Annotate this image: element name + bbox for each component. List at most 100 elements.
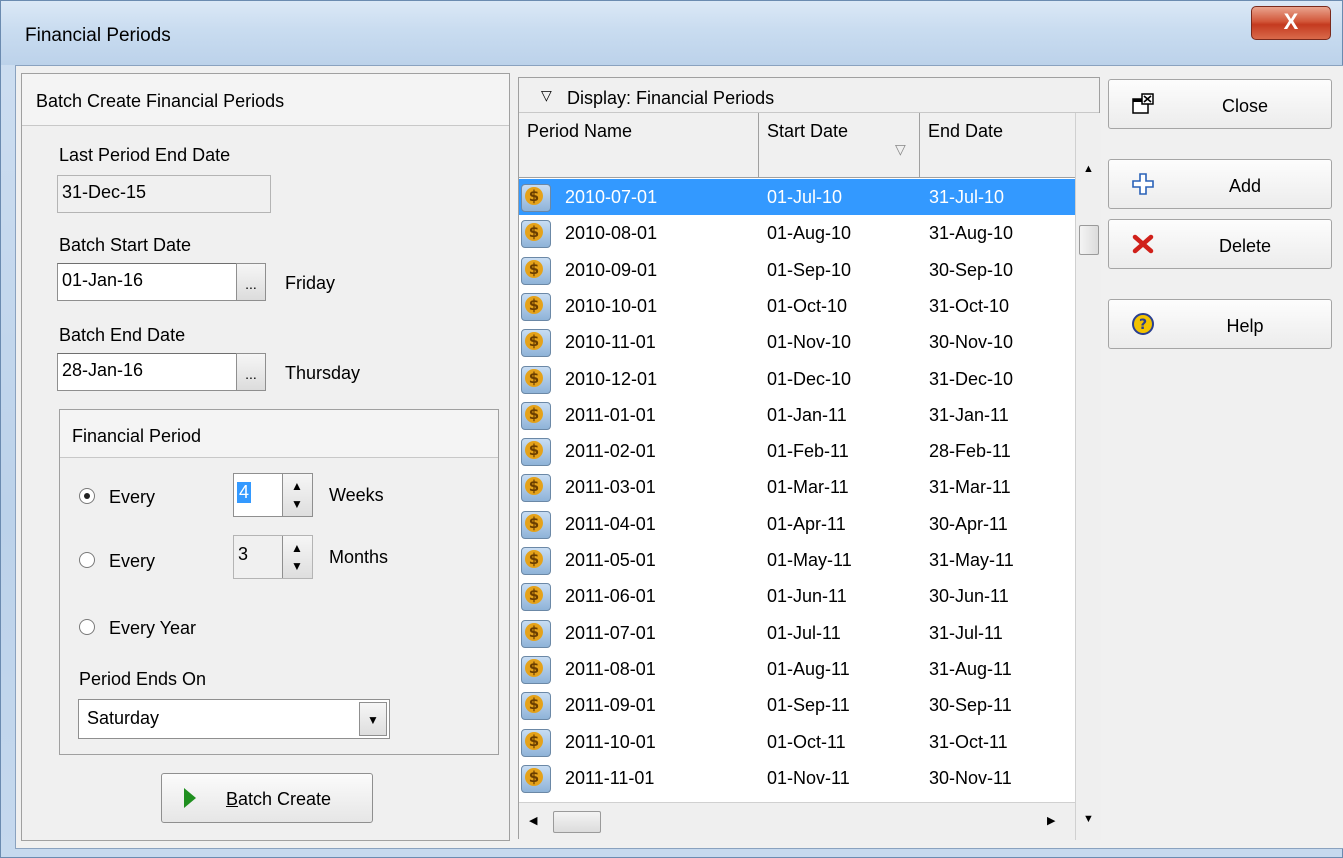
weeks-spinner[interactable]: 4 ▲ ▼ [233,473,313,517]
every-months-label: Every [109,551,156,571]
table-row[interactable]: 2010-12-01 01-Dec-10 31-Dec-10 [519,361,1075,397]
every-weeks-radio[interactable] [79,488,95,504]
financial-period-header: Financial Period [60,410,498,458]
financial-period-icon [521,220,551,249]
close-button-label: Close [1221,96,1269,116]
every-weeks-label: Every [109,487,156,507]
start-date-cell: 01-Oct-10 [767,295,848,316]
batch-end-weekday: Thursday [285,363,361,383]
table-row[interactable]: 2011-07-01 01-Jul-11 31-Jul-11 [519,615,1075,651]
financial-period-icon [521,692,551,721]
start-date-cell: 01-Nov-10 [767,332,852,353]
add-button[interactable]: Add [1108,159,1332,209]
collapse-triangle-icon[interactable]: ▽ [541,87,552,104]
spin-down-icon[interactable]: ▼ [291,498,303,510]
title-bar[interactable]: Financial Periods X [1,1,1342,65]
table-row[interactable]: 2010-08-01 01-Aug-10 31-Aug-10 [519,215,1075,251]
financial-period-icon [521,256,551,285]
chevron-down-icon[interactable]: ▼ [359,702,387,736]
start-date-cell: 01-Nov-11 [767,767,850,788]
batch-create-mnemonic: B [226,789,239,809]
end-date-cell: 31-Aug-11 [929,658,1012,679]
financial-period-icon [521,184,551,212]
period-ends-on-select[interactable]: Saturday ▼ [78,699,390,739]
grid-vertical-scrollbar[interactable]: ▲ ▼ [1075,113,1101,840]
batch-end-picker-button[interactable]: ... [236,353,266,391]
horizontal-scroll-thumb[interactable] [553,811,601,833]
table-row[interactable]: 2011-01-01 01-Jan-11 31-Jan-11 [519,397,1075,433]
end-date-cell: 31-May-11 [929,550,1014,570]
start-date-cell: 01-Jul-11 [767,622,841,643]
financial-period-icon [521,547,551,575]
end-date-cell: 31-Mar-11 [929,477,1011,498]
batch-start-picker-button[interactable]: ... [236,263,266,301]
table-row[interactable]: 2011-11-01 01-Nov-11 30-Nov-11 [519,760,1075,796]
period-name-cell: 2010-09-01 [565,259,658,280]
financial-period-icon [521,510,551,539]
table-row[interactable]: 2011-08-01 01-Aug-11 31-Aug-11 [519,651,1075,687]
start-date-cell: 01-Oct-11 [767,731,846,752]
grid-caption[interactable]: ▽ Display: Financial Periods [519,78,1099,113]
end-date-cell: 28-Feb-11 [929,441,1011,462]
scroll-down-icon[interactable]: ▼ [1083,813,1094,825]
start-date-cell: 01-Jun-11 [767,586,847,607]
window-title: Financial Periods [25,25,171,46]
batch-create-button[interactable]: Batch Create [161,773,373,823]
last-period-end-label: Last Period End Date [59,145,231,165]
column-header-end-date[interactable]: End Date [920,113,1075,178]
weeks-value[interactable]: 4 [237,482,252,503]
table-row[interactable]: 2011-05-01 01-May-11 31-May-11 [519,542,1075,578]
spin-up-icon[interactable]: ▲ [291,480,303,492]
months-spinner[interactable]: 3 ▲ ▼ [233,535,313,579]
grid-rows: 2010-07-01 01-Jul-10 31-Jul-10 2010-08-01 01… [519,179,1075,858]
period-name-cell: 2011-08-01 [565,658,656,679]
every-months-radio[interactable] [79,552,95,568]
batch-start-field[interactable]: 01-Jan-16 [57,263,265,301]
column-header-start-date[interactable]: Start Date ▽ [759,113,920,178]
table-row[interactable]: 2011-04-01 01-Apr-11 30-Apr-11 [519,506,1075,542]
grid-horizontal-scrollbar[interactable]: ◀ ▶ [519,802,1075,840]
batch-end-field[interactable]: 28-Jan-16 [57,353,265,391]
table-row[interactable]: 2011-06-01 01-Jun-11 30-Jun-11 [519,578,1075,614]
scroll-right-icon[interactable]: ▶ [1047,814,1055,827]
table-row[interactable]: 2011-10-01 01-Oct-11 31-Oct-11 [519,724,1075,760]
financial-periods-grid: ▽ Display: Financial Periods Period Name… [518,77,1101,840]
table-row[interactable]: 2010-11-01 01-Nov-10 30-Nov-10 [519,324,1075,360]
batch-create-label-rest: atch Create [238,789,332,809]
months-value[interactable]: 3 [238,544,248,565]
period-name-cell: 2010-11-01 [565,332,656,353]
window-close-button[interactable]: X [1251,6,1331,40]
table-row[interactable]: 2010-09-01 01-Sep-10 30-Sep-10 [519,252,1075,288]
spin-up-icon[interactable]: ▲ [291,542,303,554]
close-button[interactable]: Close [1108,79,1332,129]
start-date-cell: 01-Jan-11 [767,404,847,425]
table-row[interactable]: 2010-07-01 01-Jul-10 31-Jul-10 [519,179,1075,215]
play-icon [184,788,196,808]
months-spin-arrows[interactable]: ▲ ▼ [282,536,312,578]
table-row[interactable]: 2011-09-01 01-Sep-11 30-Sep-11 [519,687,1075,723]
every-year-label: Every Year [109,618,197,638]
help-button[interactable]: ? Help [1108,299,1332,349]
grid-caption-text: Display: Financial Periods [567,88,775,108]
spin-down-icon[interactable]: ▼ [291,560,303,572]
column-header-period-name[interactable]: Period Name [519,113,759,178]
period-name-cell: 2011-09-01 [565,695,656,716]
start-date-cell: 01-Feb-11 [767,441,849,462]
vertical-scroll-thumb[interactable] [1079,225,1099,255]
delete-button[interactable]: Delete [1108,219,1332,269]
every-year-radio[interactable] [79,619,95,635]
weeks-spin-arrows[interactable]: ▲ ▼ [282,474,312,516]
months-unit-label: Months [329,547,389,567]
end-date-cell: 31-Aug-10 [929,223,1014,244]
start-date-cell: 01-Jul-10 [767,187,843,207]
financial-period-icon [521,401,551,430]
financial-period-icon [521,329,551,358]
table-row[interactable]: 2011-02-01 01-Feb-11 28-Feb-11 [519,433,1075,469]
scroll-up-icon[interactable]: ▲ [1083,163,1094,175]
scroll-left-icon[interactable]: ◀ [529,814,537,827]
financial-period-icon [521,619,551,648]
table-row[interactable]: 2011-03-01 01-Mar-11 31-Mar-11 [519,469,1075,505]
financial-period-icon [521,438,551,467]
period-name-cell: 2010-12-01 [565,368,658,389]
table-row[interactable]: 2010-10-01 01-Oct-10 31-Oct-10 [519,288,1075,324]
